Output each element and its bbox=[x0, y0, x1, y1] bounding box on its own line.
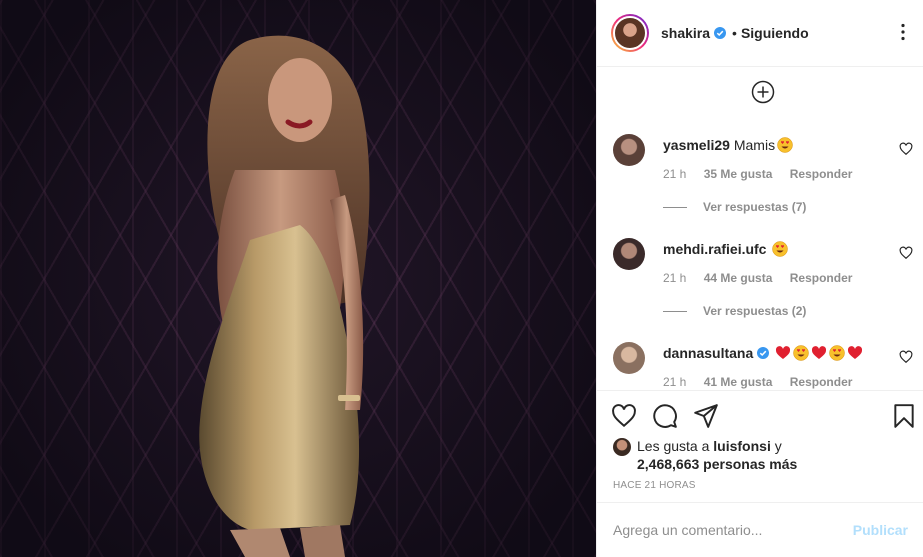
comments-list: yasmeli29 Mamis 21 h 35 Me gusta Respond… bbox=[597, 68, 923, 390]
likes-prefix: Les gusta a bbox=[637, 438, 710, 454]
comment-time[interactable]: 21 h bbox=[663, 167, 686, 181]
likes-summary: Les gusta a luisfonsi y 2,468,663 person… bbox=[613, 437, 913, 473]
commenter-username[interactable]: dannasultana bbox=[663, 345, 753, 361]
replies-divider bbox=[663, 206, 687, 208]
post-actions: Les gusta a luisfonsi y 2,468,663 person… bbox=[597, 390, 923, 502]
author-username[interactable]: shakira bbox=[661, 25, 710, 41]
publish-comment-button[interactable]: Publicar bbox=[853, 522, 908, 538]
save-bookmark-icon[interactable] bbox=[891, 403, 917, 429]
liker-username[interactable]: luisfonsi bbox=[713, 438, 771, 454]
comment-likes[interactable]: 35 Me gusta bbox=[704, 167, 773, 181]
author-avatar[interactable] bbox=[611, 14, 649, 52]
following-button[interactable]: Siguiendo bbox=[741, 25, 809, 41]
comment-input[interactable] bbox=[613, 522, 853, 538]
post-sidebar: shakira • Siguiendo yasmeli29 Mamis 21 h… bbox=[596, 0, 923, 557]
comment-composer: Publicar bbox=[597, 502, 923, 557]
heart-eyes-emoji-icon bbox=[793, 345, 809, 361]
comment-body: mehdi.rafiei.ufc bbox=[663, 240, 903, 258]
reply-button[interactable]: Responder bbox=[790, 167, 853, 181]
red-heart-emoji-icon bbox=[848, 346, 863, 359]
comment-text: Mamis bbox=[733, 137, 776, 153]
post-header: shakira • Siguiendo bbox=[597, 0, 923, 67]
commenter-avatar[interactable] bbox=[613, 134, 645, 166]
like-comment-icon[interactable] bbox=[899, 350, 913, 364]
verified-badge-icon bbox=[757, 347, 770, 359]
heart-eyes-emoji-icon bbox=[772, 241, 789, 257]
replies-divider bbox=[663, 310, 687, 312]
comment-item: mehdi.rafiei.ufc 21 h 44 Me gusta Respon… bbox=[613, 238, 913, 328]
view-replies-label: Ver respuestas (2) bbox=[703, 304, 807, 318]
comment-meta: 21 h 35 Me gusta Responder bbox=[663, 167, 866, 181]
comment-bubble-icon[interactable] bbox=[652, 403, 678, 429]
likes-conjunction: y bbox=[774, 438, 782, 454]
comment-meta: 21 h 44 Me gusta Responder bbox=[663, 271, 866, 285]
comment-item: yasmeli29 Mamis 21 h 35 Me gusta Respond… bbox=[613, 134, 913, 224]
view-replies-button[interactable]: Ver respuestas (2) bbox=[663, 304, 806, 318]
comment-meta: 21 h 41 Me gusta Responder bbox=[663, 375, 866, 389]
reply-button[interactable]: Responder bbox=[790, 375, 853, 389]
comment-likes[interactable]: 41 Me gusta bbox=[704, 375, 773, 389]
liker-avatar[interactable] bbox=[613, 438, 631, 456]
heart-eyes-emoji-icon bbox=[777, 137, 793, 153]
view-replies-button[interactable]: Ver respuestas (7) bbox=[663, 200, 806, 214]
commenter-username[interactable]: yasmeli29 bbox=[663, 137, 730, 153]
comment-time[interactable]: 21 h bbox=[663, 375, 686, 389]
load-more-comments-icon[interactable] bbox=[751, 80, 775, 104]
more-options-icon[interactable] bbox=[893, 22, 913, 42]
commenter-username[interactable]: mehdi.rafiei.ufc bbox=[663, 241, 766, 257]
reply-button[interactable]: Responder bbox=[790, 271, 853, 285]
view-replies-label: Ver respuestas (7) bbox=[703, 200, 807, 214]
separator-dot: • bbox=[732, 25, 737, 41]
verified-badge-icon bbox=[714, 27, 727, 39]
like-comment-icon[interactable] bbox=[899, 142, 913, 156]
red-heart-emoji-icon bbox=[776, 346, 791, 359]
commenter-avatar[interactable] bbox=[613, 342, 645, 374]
heart-eyes-emoji-icon bbox=[829, 345, 845, 361]
likes-text: Les gusta a luisfonsi y 2,468,663 person… bbox=[637, 437, 913, 473]
comment-body: dannasultana bbox=[663, 344, 903, 362]
photo-subject bbox=[199, 35, 370, 557]
like-comment-icon[interactable] bbox=[899, 246, 913, 260]
share-direct-icon[interactable] bbox=[693, 403, 719, 429]
like-heart-icon[interactable] bbox=[611, 403, 637, 429]
comment-likes[interactable]: 44 Me gusta bbox=[704, 271, 773, 285]
comment-body: yasmeli29 Mamis bbox=[663, 136, 903, 154]
post-photo[interactable] bbox=[0, 0, 596, 557]
post-timestamp[interactable]: HACE 21 HORAS bbox=[613, 480, 696, 491]
comment-item: dannasultana 21 h 41 Me gusta Responder bbox=[613, 342, 913, 390]
comment-time[interactable]: 21 h bbox=[663, 271, 686, 285]
likes-count[interactable]: 2,468,663 personas más bbox=[637, 456, 797, 472]
red-heart-emoji-icon bbox=[812, 346, 827, 359]
commenter-avatar[interactable] bbox=[613, 238, 645, 270]
